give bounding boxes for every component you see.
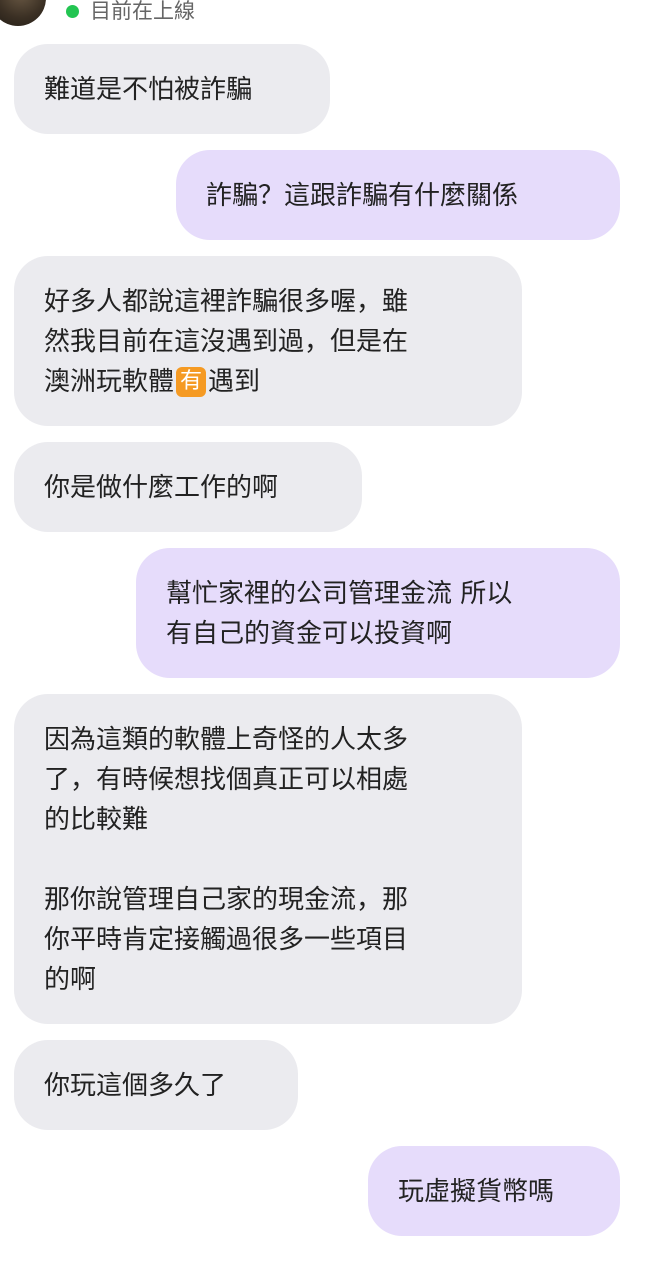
message-bubble-outgoing[interactable]: 玩虛擬貨幣嗎 — [368, 1146, 620, 1236]
message-text: 遇到 — [208, 367, 261, 397]
message-bubble-incoming[interactable]: 你玩這個多久了 — [14, 1040, 298, 1130]
message-bubble-outgoing[interactable]: 詐騙？這跟詐騙有什麼關係 — [176, 150, 620, 240]
message-bubble-incoming[interactable]: 因為這類的軟體上奇怪的人太多 了，有時候想找個真正可以相處 的比較難 那你說管理… — [14, 694, 522, 1024]
message-bubble-incoming[interactable]: 你是做什麼工作的啊 — [14, 442, 362, 532]
message-bubble-incoming[interactable]: 難道是不怕被詐騙 — [14, 44, 330, 134]
message-bubble-incoming[interactable]: 好多人都說這裡詐騙很多喔，雖 然我目前在這沒遇到過，但是在 澳洲玩軟體有遇到 — [14, 256, 522, 426]
contact-avatar[interactable] — [0, 0, 46, 26]
online-status-icon — [66, 5, 79, 18]
you-emoji-icon: 有 — [176, 367, 207, 397]
message-bubble-outgoing[interactable]: 幫忙家裡的公司管理金流 所以 有自己的資金可以投資啊 — [136, 548, 620, 678]
chat-screen: 目前在上線 難道是不怕被詐騙 詐騙？這跟詐騙有什麼關係 好多人都說這裡詐騙很多喔… — [0, 0, 660, 1280]
chat-header: 目前在上線 — [0, 0, 660, 30]
online-status-text: 目前在上線 — [90, 0, 195, 23]
